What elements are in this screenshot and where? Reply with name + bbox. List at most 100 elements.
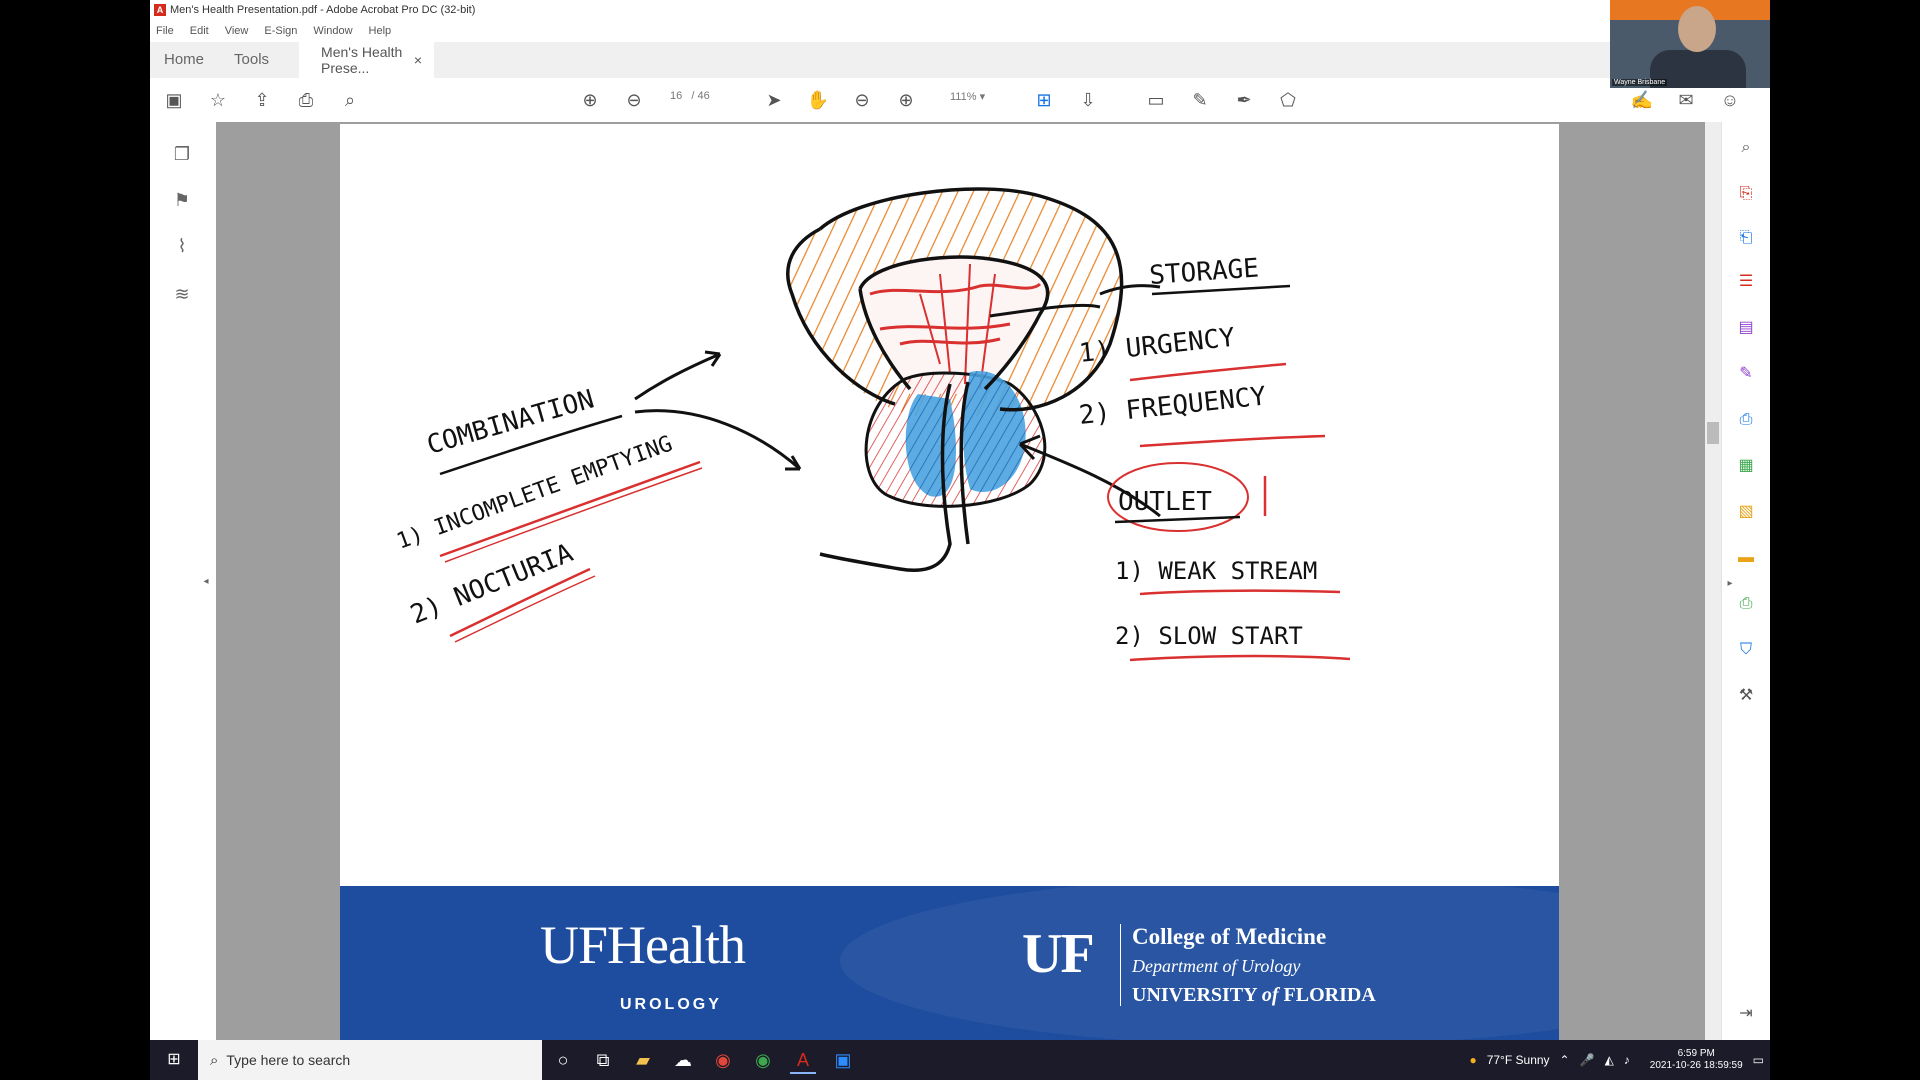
zoom-out-icon[interactable]: ⊖ — [850, 88, 874, 112]
file-explorer-icon[interactable]: ▰ — [630, 1048, 656, 1072]
presenter-avatar — [1678, 6, 1716, 52]
sign-icon[interactable]: ✒ — [1232, 88, 1256, 112]
tray-chevron-icon[interactable]: ⌃ — [1560, 1053, 1570, 1067]
task-view-icon[interactable]: ⧉ — [590, 1048, 616, 1072]
edit-sign-icon[interactable]: ✍ — [1630, 88, 1654, 112]
tab-bar: Home Tools Men's Health Prese... × — [150, 42, 1770, 79]
microphone-icon[interactable]: 🎤 — [1580, 1053, 1595, 1067]
collapse-right-icon[interactable]: ▸ — [1718, 572, 1742, 596]
more-tools-icon[interactable]: ⚒ — [1734, 684, 1758, 708]
taskbar-search-box[interactable]: ⌕ Type here to search — [198, 1040, 542, 1080]
menu-edit[interactable]: Edit — [190, 25, 209, 37]
tab-tools[interactable]: Tools — [220, 51, 285, 78]
volume-icon[interactable]: ♪ — [1624, 1053, 1630, 1067]
webcam-overlay: Wayne Brisbane — [1610, 0, 1770, 88]
clock-date: 2021-10-26 18:59:59 — [1649, 1060, 1743, 1071]
taskbar-search-placeholder: Type here to search — [226, 1052, 351, 1068]
acrobat-taskbar-icon[interactable]: A — [790, 1048, 816, 1074]
scan-icon[interactable]: ▧ — [1734, 500, 1758, 524]
tab-close-icon[interactable]: × — [414, 52, 422, 68]
save-icon[interactable]: ▣ — [162, 88, 186, 112]
storage-heading: STORAGE — [1148, 253, 1259, 291]
menu-window[interactable]: Window — [313, 25, 352, 37]
taskbar-clock[interactable]: 6:59 PM 2021-10-26 18:59:59 — [1640, 1048, 1743, 1072]
green-app-icon[interactable]: ◉ — [750, 1048, 776, 1072]
zoom-search-icon[interactable]: ⌕ — [338, 88, 362, 112]
organize-pages-icon[interactable]: ☰ — [1734, 270, 1758, 294]
cloud-app-icon[interactable]: ☁ — [670, 1048, 696, 1072]
toolbar: ▣ ☆ ⇪ ⎙ ⌕ ⊕ ⊖ 16 / 46 ➤ ✋ ⊖ ⊕ 111% ▾ ⊞ ⇩… — [150, 78, 1770, 123]
combination-arrow-upper — [634, 350, 722, 401]
export-pdf-icon[interactable]: ⎘ — [1734, 182, 1758, 206]
storage-item-2: 2) FREQUENCY — [1078, 381, 1268, 431]
presenter-name: Wayne Brisbane — [1612, 79, 1668, 86]
comment-tool-icon[interactable]: ▬ — [1734, 546, 1758, 570]
university-word: UNIVERSITY — [1132, 984, 1257, 1006]
page-total: / 46 — [691, 90, 710, 102]
search-icon: ⌕ — [210, 1051, 219, 1069]
mail-icon[interactable]: ✉ — [1674, 88, 1698, 112]
bookmark-icon[interactable]: ⚑ — [170, 188, 194, 212]
star-icon[interactable]: ☆ — [206, 88, 230, 112]
page-thumbnails-icon[interactable]: ❐ — [170, 142, 194, 166]
page-current-input[interactable]: 16 — [670, 90, 682, 102]
send-for-signature-icon[interactable]: ⎙ — [1734, 408, 1758, 432]
university-florida: FLORIDA — [1283, 984, 1376, 1006]
weather-text[interactable]: 77°F Sunny — [1487, 1053, 1550, 1067]
windows-taskbar: ⊞ ⌕ Type here to search ○ ⧉ ▰ ☁ ◉ ◉ A ▣ … — [150, 1040, 1770, 1080]
combine-files-icon[interactable]: ▦ — [1734, 454, 1758, 478]
chrome-icon[interactable]: ◉ — [710, 1048, 736, 1072]
scroll-mode-icon[interactable]: ⇩ — [1076, 88, 1100, 112]
scrollbar-thumb[interactable] — [1707, 422, 1719, 444]
outlet-item-1: 1) WEAK STREAM — [1115, 557, 1317, 585]
university-label: UNIVERSITY of FLORIDA — [1132, 984, 1376, 1007]
page-fit-icon[interactable]: ⊞ — [1032, 88, 1056, 112]
department-label: Department of Urology — [1132, 956, 1301, 976]
outlet-heading: OUTLET — [1118, 487, 1212, 517]
layers-icon[interactable]: ≋ — [170, 282, 194, 306]
acrobat-icon: A — [154, 4, 166, 16]
comment-icon[interactable]: ▭ — [1144, 88, 1168, 112]
handwritten-drawing: STORAGE 1) URGENCY 2) FREQUENCY OUTLET 1… — [394, 187, 1351, 662]
share-user-icon[interactable]: ☺ — [1718, 88, 1742, 112]
zoom-in-icon[interactable]: ⊕ — [894, 88, 918, 112]
cortana-icon[interactable]: ○ — [550, 1048, 576, 1072]
document-area[interactable]: STORAGE 1) URGENCY 2) FREQUENCY OUTLET 1… — [216, 122, 1721, 1040]
stamp-icon[interactable]: ⬠ — [1276, 88, 1300, 112]
network-icon[interactable]: ◭ — [1605, 1053, 1614, 1067]
windows-start-icon[interactable]: ⊞ — [164, 1050, 184, 1070]
ufhealth-logo: UFHealth — [540, 915, 746, 975]
tab-document[interactable]: Men's Health Prese... × — [299, 42, 435, 78]
menu-esign[interactable]: E-Sign — [264, 25, 297, 37]
previous-page-icon[interactable]: ⊕ — [578, 88, 602, 112]
notification-icon[interactable]: ▭ — [1753, 1053, 1764, 1067]
select-cursor-icon[interactable]: ➤ — [762, 88, 786, 112]
expand-pane-icon[interactable]: ⇥ — [1734, 1002, 1758, 1026]
hand-tool-icon[interactable]: ✋ — [806, 88, 830, 112]
collapse-left-icon[interactable]: ◂ — [194, 570, 218, 594]
attachment-icon[interactable]: ⌇ — [170, 234, 194, 258]
pdf-page: STORAGE 1) URGENCY 2) FREQUENCY OUTLET 1… — [340, 124, 1559, 1040]
screen: A Men's Health Presentation.pdf - Adobe … — [150, 0, 1770, 1080]
slide-footer-banner: UFHealth UROLOGY UF College of Medicine … — [340, 886, 1559, 1040]
create-pdf-icon[interactable]: ⎗ — [1734, 226, 1758, 250]
window-title: Men's Health Presentation.pdf - Adobe Ac… — [170, 4, 476, 16]
print-icon[interactable]: ⎙ — [294, 88, 318, 112]
menu-view[interactable]: View — [225, 25, 249, 37]
next-page-icon[interactable]: ⊖ — [622, 88, 646, 112]
ufhealth-urology-label: UROLOGY — [620, 996, 722, 1013]
page-indicator[interactable]: 16 / 46 — [670, 90, 710, 102]
menu-file[interactable]: File — [156, 25, 174, 37]
footer-divider — [1120, 924, 1121, 1006]
cloud-upload-icon[interactable]: ⇪ — [250, 88, 274, 112]
university-of: of — [1261, 984, 1279, 1006]
zoom-app-icon[interactable]: ▣ — [830, 1048, 856, 1072]
search-zoom-icon[interactable]: ⌕ — [1734, 136, 1758, 160]
menu-help[interactable]: Help — [369, 25, 392, 37]
protect-icon[interactable]: ⛉ — [1734, 638, 1758, 662]
tab-home[interactable]: Home — [150, 51, 220, 78]
highlight-pen-icon[interactable]: ✎ — [1188, 88, 1212, 112]
zoom-dropdown[interactable]: 111% ▾ — [950, 90, 985, 103]
edit-pdf-icon[interactable]: ▤ — [1734, 316, 1758, 340]
fill-sign-icon[interactable]: ✎ — [1734, 362, 1758, 386]
